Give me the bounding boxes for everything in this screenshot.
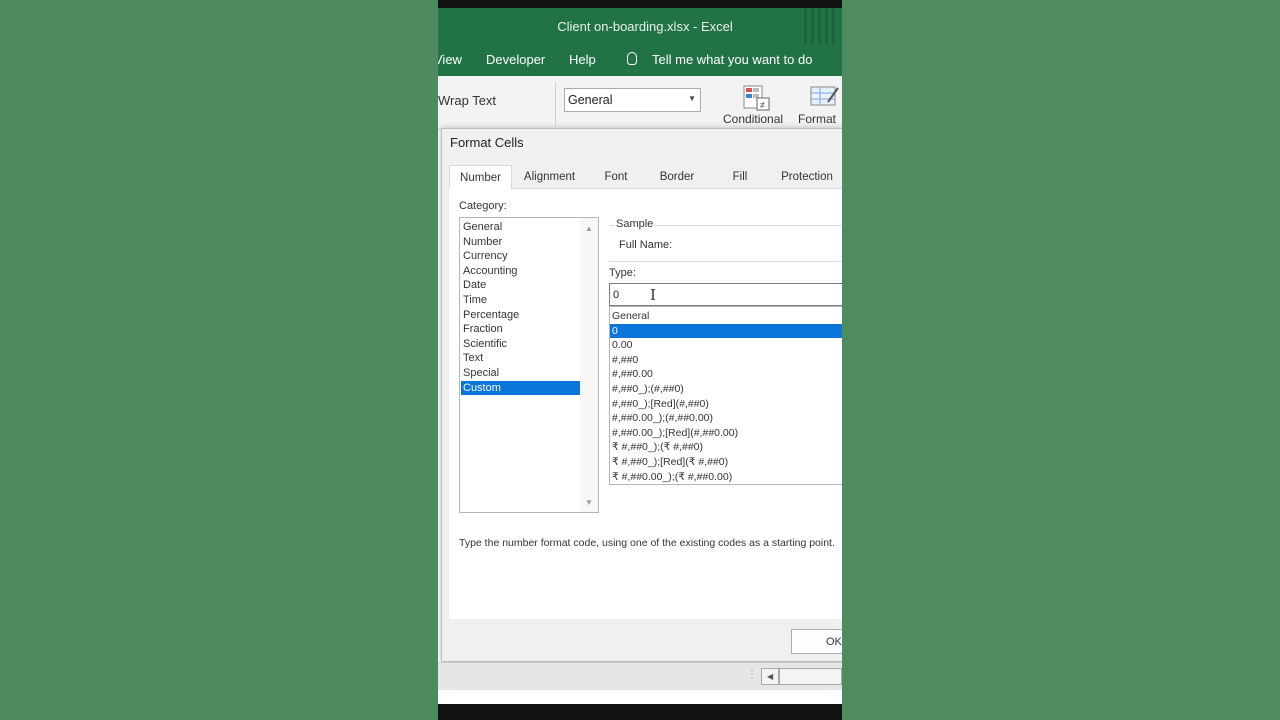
number-format-value: General (568, 93, 613, 107)
tab-border[interactable]: Border (645, 165, 709, 189)
category-item[interactable]: General (461, 220, 581, 234)
menu-help[interactable]: Help (569, 52, 596, 67)
category-item[interactable]: Special (461, 366, 581, 380)
ok-button[interactable]: OK (791, 629, 842, 654)
type-list-item[interactable]: 0.00 (610, 338, 842, 352)
tab-number[interactable]: Number (449, 165, 512, 190)
title-decoration (804, 8, 838, 44)
dialog-tabs: Number Alignment Font Border Fill Protec… (449, 165, 842, 190)
sample-value: Full Name: (619, 239, 673, 251)
scroll-up-icon[interactable]: ▲ (585, 224, 593, 233)
scroll-down-icon[interactable]: ▼ (585, 498, 593, 507)
type-input-value: 0 (613, 289, 620, 301)
category-item[interactable]: Fraction (461, 322, 581, 336)
category-list[interactable]: General Number Currency Accounting Date … (459, 217, 599, 513)
wrap-text-button[interactable]: Wrap Text (438, 93, 496, 108)
sample-label: Sample (615, 218, 655, 230)
menu-bar: View Developer Help Tell me what you wan… (438, 44, 842, 76)
bottom-area (438, 690, 842, 704)
type-list-item[interactable]: #,##0_);(#,##0) (610, 382, 842, 396)
type-list-item[interactable]: #,##0_);[Red](#,##0) (610, 397, 842, 411)
excel-window: Client on-boarding.xlsx - Excel View Dev… (438, 0, 842, 720)
type-list-item[interactable]: General (610, 309, 842, 323)
tab-fill[interactable]: Fill (709, 165, 771, 189)
top-black-bar (438, 0, 842, 8)
sample-group: Sample Full Name: (609, 218, 842, 262)
category-item[interactable]: Accounting (461, 264, 581, 278)
ribbon: Wrap Text General ▼ ≠ Conditional Format (438, 76, 842, 130)
format-as-table-label[interactable]: Format (798, 112, 836, 126)
menu-developer[interactable]: Developer (486, 52, 545, 67)
svg-text:≠: ≠ (760, 100, 765, 110)
window-title: Client on-boarding.xlsx - Excel (557, 19, 733, 34)
category-item[interactable]: Date (461, 278, 581, 292)
type-list-item[interactable]: #,##0.00 (610, 367, 842, 381)
conditional-formatting-icon[interactable]: ≠ (743, 84, 771, 112)
ribbon-separator (555, 82, 556, 126)
type-list-item[interactable]: ₹ #,##0_);(₹ #,##0) (610, 440, 842, 454)
category-item[interactable]: Scientific (461, 337, 581, 351)
category-item[interactable]: Percentage (461, 308, 581, 322)
bottom-black-bar (438, 704, 842, 720)
dialog-title: Format Cells (450, 135, 524, 150)
status-bar: ⋮ ◀ (438, 662, 842, 690)
format-as-table-icon[interactable] (810, 84, 840, 110)
number-tab-panel: Category: General Number Currency Accoun… (449, 189, 842, 619)
background-left (0, 0, 438, 720)
category-item[interactable]: Text (461, 351, 581, 365)
category-item[interactable]: Number (461, 235, 581, 249)
type-input[interactable]: 0 I (609, 283, 842, 306)
category-item-custom[interactable]: Custom (461, 380, 581, 395)
type-list-item[interactable]: ₹ #,##0_);[Red](₹ #,##0) (610, 455, 842, 469)
tell-me-search[interactable]: Tell me what you want to do (652, 52, 812, 67)
tab-alignment[interactable]: Alignment (512, 165, 587, 189)
background-right (842, 0, 1280, 720)
type-list-item[interactable]: #,##0.00_);(#,##0.00) (610, 411, 842, 425)
type-list-item[interactable]: #,##0.00_);[Red](#,##0.00) (610, 426, 842, 440)
title-bar: Client on-boarding.xlsx - Excel (438, 8, 842, 44)
splitter-handle-icon[interactable]: ⋮ (747, 669, 757, 680)
scroll-left-icon[interactable]: ◀ (761, 668, 779, 685)
tab-font[interactable]: Font (587, 165, 645, 189)
type-label: Type: (609, 267, 636, 279)
category-item[interactable]: Time (461, 293, 581, 307)
format-cells-dialog: Format Cells Number Alignment Font Borde… (441, 128, 842, 662)
dropdown-arrow-icon: ▼ (688, 94, 696, 103)
number-format-dropdown[interactable]: General ▼ (564, 88, 701, 112)
category-label: Category: (459, 200, 507, 212)
type-list[interactable]: General 0 0.00 #,##0 #,##0.00 #,##0_);(#… (609, 306, 842, 485)
horizontal-scrollbar[interactable] (779, 668, 842, 685)
type-list-item[interactable]: ₹ #,##0.00_);(₹ #,##0.00) (610, 470, 842, 484)
lightbulb-icon (627, 52, 637, 68)
type-list-item[interactable]: #,##0 (610, 353, 842, 367)
tab-protection[interactable]: Protection (771, 165, 842, 189)
type-list-item-selected[interactable]: 0 (610, 323, 842, 338)
category-item[interactable]: Currency (461, 249, 581, 263)
conditional-formatting-label[interactable]: Conditional (723, 112, 783, 126)
menu-view[interactable]: View (438, 52, 462, 67)
category-scrollbar[interactable]: ▲ ▼ (580, 218, 598, 512)
format-hint-text: Type the number format code, using one o… (459, 537, 835, 549)
text-cursor-icon: I (650, 286, 656, 304)
